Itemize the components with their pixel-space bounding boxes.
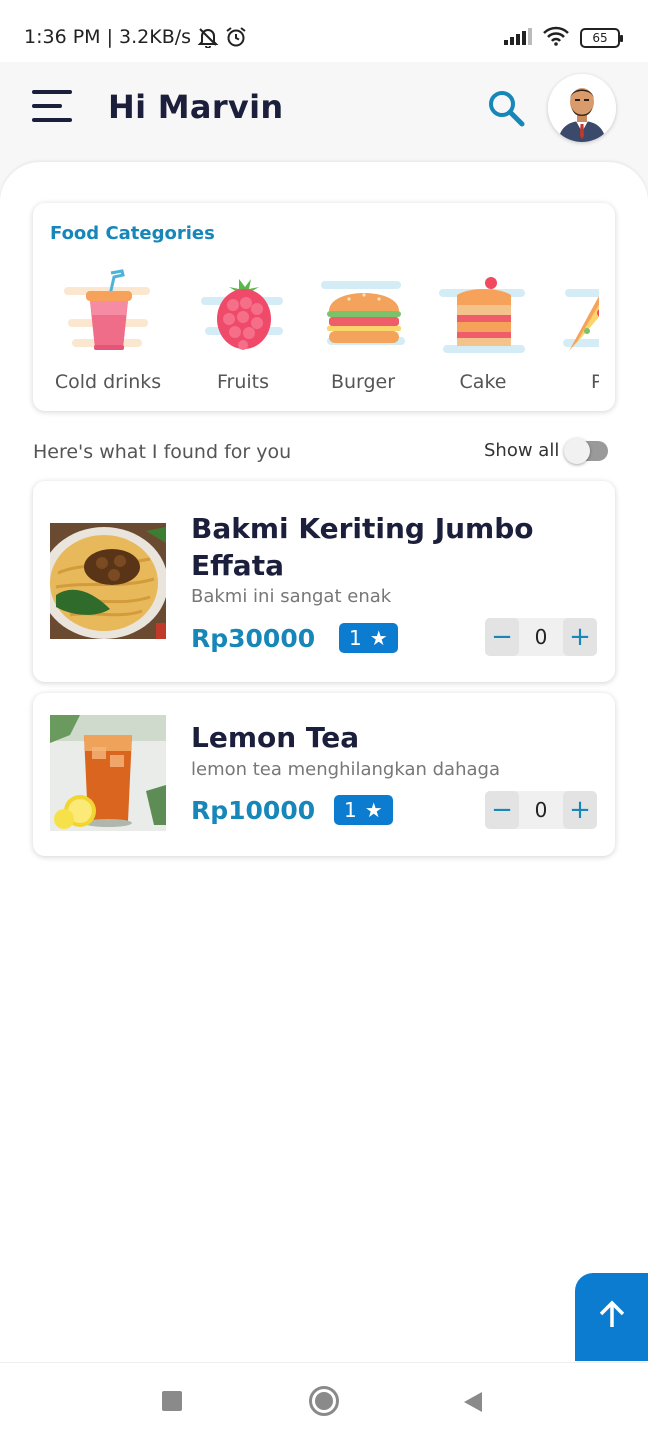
home-button[interactable] — [309, 1386, 339, 1416]
categories-title: Food Categories — [50, 223, 215, 244]
food-description: lemon tea menghilangkan dahaga — [191, 759, 500, 780]
quantity-stepper: − 0 + — [485, 791, 597, 829]
raspberry-icon — [199, 269, 289, 359]
increment-button[interactable]: + — [563, 618, 597, 656]
search-icon[interactable] — [484, 86, 528, 130]
results-heading: Here's what I found for you — [33, 441, 292, 463]
food-name-line-2: Effata — [191, 549, 284, 582]
category-cake[interactable]: Cake — [423, 263, 543, 403]
quantity-value: 0 — [534, 798, 548, 822]
home-dot — [315, 1392, 333, 1410]
food-name: Bakmi Keriting Jumbo Effata — [191, 510, 534, 584]
rating-badge: 1 ★ — [334, 795, 393, 825]
battery-icon: 65 — [580, 28, 623, 48]
rating-badge: 1 ★ — [339, 623, 398, 653]
food-categories-card: Food Categories Cold drinks Fruits Burge… — [33, 203, 615, 411]
menu-icon[interactable] — [32, 88, 76, 124]
category-label: Fruits — [216, 371, 270, 393]
food-price: Rp30000 — [191, 624, 316, 653]
category-label: Pi — [591, 371, 599, 393]
star-icon: ★ — [364, 798, 383, 822]
food-name-line-1: Bakmi Keriting Jumbo — [191, 512, 534, 545]
cold-drink-icon — [64, 269, 154, 359]
food-description: Bakmi ini sangat enak — [191, 586, 392, 607]
category-burger[interactable]: Burger — [303, 263, 423, 403]
food-card[interactable]: Bakmi Keriting Jumbo Effata Bakmi ini sa… — [33, 481, 615, 682]
category-cold-drinks[interactable]: Cold drinks — [48, 263, 168, 403]
avatar[interactable] — [548, 74, 616, 142]
food-card[interactable]: Lemon Tea lemon tea menghilangkan dahaga… — [33, 693, 615, 856]
quantity-stepper: − 0 + — [485, 618, 597, 656]
increment-button[interactable]: + — [563, 791, 597, 829]
category-label: Cake — [459, 371, 507, 393]
category-pizza[interactable]: Pi — [541, 263, 599, 403]
alarm-icon — [225, 26, 247, 48]
rating-value: 1 — [344, 798, 357, 822]
signal-icon — [504, 27, 532, 49]
greeting-title: Hi Marvin — [108, 88, 284, 126]
scroll-to-top-button[interactable] — [575, 1273, 648, 1361]
wifi-icon — [542, 26, 570, 50]
battery-level: 65 — [592, 31, 608, 45]
arrow-up-icon — [597, 1300, 627, 1334]
toggle-knob — [564, 438, 590, 464]
show-all-label: Show all — [484, 440, 560, 461]
food-name: Lemon Tea — [191, 721, 360, 754]
category-fruits[interactable]: Fruits — [183, 263, 303, 403]
rating-value: 1 — [349, 626, 362, 650]
bell-muted-icon — [197, 26, 219, 48]
star-icon: ★ — [369, 626, 388, 650]
decrement-button[interactable]: − — [485, 618, 519, 656]
back-button[interactable] — [462, 1390, 484, 1418]
food-price: Rp10000 — [191, 796, 316, 825]
app-header: Hi Marvin — [0, 62, 648, 162]
decrement-button[interactable]: − — [485, 791, 519, 829]
status-bar: 1:36 PM | 3.2KB/s 65 — [0, 0, 648, 62]
food-image-lemon-tea — [50, 715, 166, 831]
system-nav-bar — [0, 1362, 648, 1440]
show-all-toggle[interactable] — [564, 438, 608, 464]
category-label: Burger — [330, 371, 396, 393]
status-time: 1:36 PM | 3.2KB/s — [24, 26, 192, 48]
quantity-value: 0 — [534, 625, 548, 649]
categories-strip[interactable]: Cold drinks Fruits Burger Cake P — [33, 263, 599, 403]
recent-apps-button[interactable] — [162, 1391, 182, 1411]
category-label: Cold drinks — [54, 371, 162, 393]
status-left: 1:36 PM | 3.2KB/s — [24, 26, 247, 48]
status-right: 65 — [504, 26, 623, 50]
burger-icon — [319, 269, 409, 359]
food-image-noodles — [50, 523, 166, 639]
pizza-icon — [557, 269, 599, 359]
cake-icon — [439, 269, 529, 359]
